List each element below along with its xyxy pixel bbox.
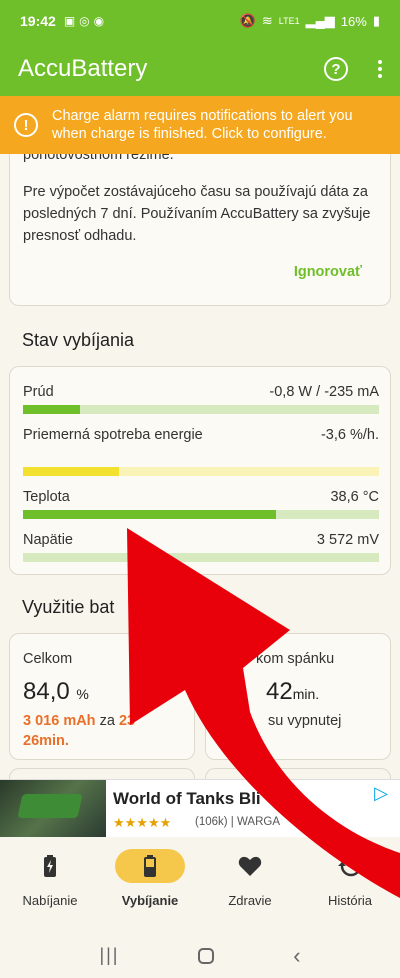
image-icon: ▣ — [63, 14, 76, 28]
nav-health[interactable]: Zdravie — [200, 849, 300, 908]
current-label: Prúd — [23, 384, 54, 400]
temperature-value: 38,6 °C — [330, 489, 379, 505]
chat-icon: ◎ — [79, 14, 90, 28]
usage-total-value: 84,0 % — [23, 678, 89, 706]
usage-total-unit: % — [76, 686, 89, 702]
charge-alarm-banner[interactable]: ! Charge alarm requires notifications to… — [0, 96, 400, 154]
usage-sleep-number: 42 — [266, 678, 293, 705]
wifi-icon: ≋ — [261, 13, 273, 28]
nav-history[interactable]: História — [300, 849, 400, 908]
ad-publisher: WARGA — [237, 816, 281, 828]
usage-total-detail: 3 016 mAh za 23 26min. — [23, 711, 135, 751]
avg-consumption-label: Priemerná spotreba energie — [23, 427, 203, 443]
alert-text: Charge alarm requires notifications to a… — [52, 108, 353, 142]
status-bar: 19:42 ▣ ◎ ◉ 🔕 ≋ LTE1 ▂▄▆ 16% ▮ — [0, 0, 400, 42]
notification-icons: ▣ ◎ ◉ — [64, 14, 104, 28]
help-icon[interactable]: ? — [324, 57, 348, 81]
bottom-nav: Nabíjanie Vybíjanie Zdravie História — [0, 837, 400, 933]
nav-discharging-label: Vybíjanie — [121, 893, 179, 908]
avg-consumption-value: -3,6 %/h. — [320, 427, 379, 443]
info-text: Pre výpočet zostávajúceho času sa použív… — [23, 184, 371, 244]
battery-percent: 16% — [340, 13, 367, 29]
avg-consumption-bar — [23, 467, 379, 476]
home-icon[interactable] — [198, 947, 215, 964]
usage-total-card[interactable]: Celkom 84,0 % 3 016 mAh za 23 26min. — [9, 633, 195, 760]
usage-sleep-value: 42min. — [266, 678, 319, 706]
nav-discharging[interactable]: Vybíjanie — [100, 849, 200, 908]
status-time: 19:42 — [20, 13, 56, 29]
usage-total-time-a: 23 — [118, 713, 136, 729]
nav-history-label: História — [327, 893, 373, 908]
usage-total-number: 84,0 — [23, 678, 70, 705]
ad-reviews: (106k) — [195, 816, 228, 828]
temperature-label: Teplota — [23, 489, 70, 505]
current-bar — [23, 405, 379, 414]
usage-section-title: Využitie bat — [22, 597, 115, 617]
app-title: AccuBattery — [18, 55, 148, 82]
ad-title: World of Tanks Bli — [113, 789, 261, 808]
more-options-icon[interactable] — [378, 60, 382, 78]
heart-icon — [215, 849, 285, 883]
usage-sleep-unit: min. — [292, 686, 320, 702]
network-label: LTE1 — [278, 16, 300, 26]
discharge-section-title: Stav vybíjania — [22, 330, 135, 350]
voltage-value: 3 572 mV — [316, 532, 379, 548]
ad-meta: (106k) | WARGA — [195, 816, 281, 828]
voltage-bar — [23, 553, 379, 562]
current-value: -0,8 W / -235 mA — [269, 384, 379, 400]
discharge-card: Prúd -0,8 W / -235 mA Priemerná spotreba… — [9, 366, 391, 575]
usage-sleep-desc: su vypnutej — [268, 713, 342, 729]
usage-total-time-b: 26min. — [23, 733, 69, 749]
usage-total-za: za — [99, 713, 115, 729]
signal-icon: ▂▄▆ — [305, 13, 335, 28]
usage-sleep-card[interactable]: kom spánku 42min. su vypnutej — [205, 633, 391, 760]
mute-icon: 🔕 — [239, 13, 256, 28]
temperature-bar — [23, 510, 379, 519]
ad-rating-stars: ★★★★★ — [113, 815, 172, 830]
nav-charging-label: Nabíjanie — [22, 893, 78, 908]
usage-sleep-label: kom spánku — [256, 651, 335, 667]
battery-icon — [115, 849, 185, 883]
nav-health-label: Zdravie — [228, 893, 272, 908]
charging-battery-icon — [15, 849, 85, 883]
voltage-label: Napätie — [23, 532, 73, 548]
battery-status-icon: ▮ — [372, 13, 380, 28]
ad-play-store-icon[interactable]: ▷ — [374, 783, 388, 804]
app-bar: AccuBattery ? — [0, 42, 400, 96]
back-icon[interactable]: ‹ — [293, 943, 300, 969]
messenger-icon: ◉ — [93, 14, 105, 28]
nav-charging[interactable]: Nabíjanie — [0, 849, 100, 908]
alert-icon: ! — [14, 113, 38, 137]
ad-banner[interactable]: World of Tanks Bli ★★★★★ (106k) | WARGA … — [0, 779, 400, 838]
ad-thumbnail — [0, 780, 106, 838]
ignore-button[interactable]: Ignorovať — [294, 264, 362, 280]
usage-total-label: Celkom — [23, 651, 73, 667]
recents-icon[interactable]: ||| — [99, 945, 119, 966]
info-card: pohotovostnom režime. Pre výpočet zostáv… — [9, 132, 391, 306]
usage-total-mah: 3 016 mAh — [23, 713, 96, 729]
history-icon — [315, 849, 385, 883]
system-nav-bar: ||| ‹ — [0, 933, 400, 978]
